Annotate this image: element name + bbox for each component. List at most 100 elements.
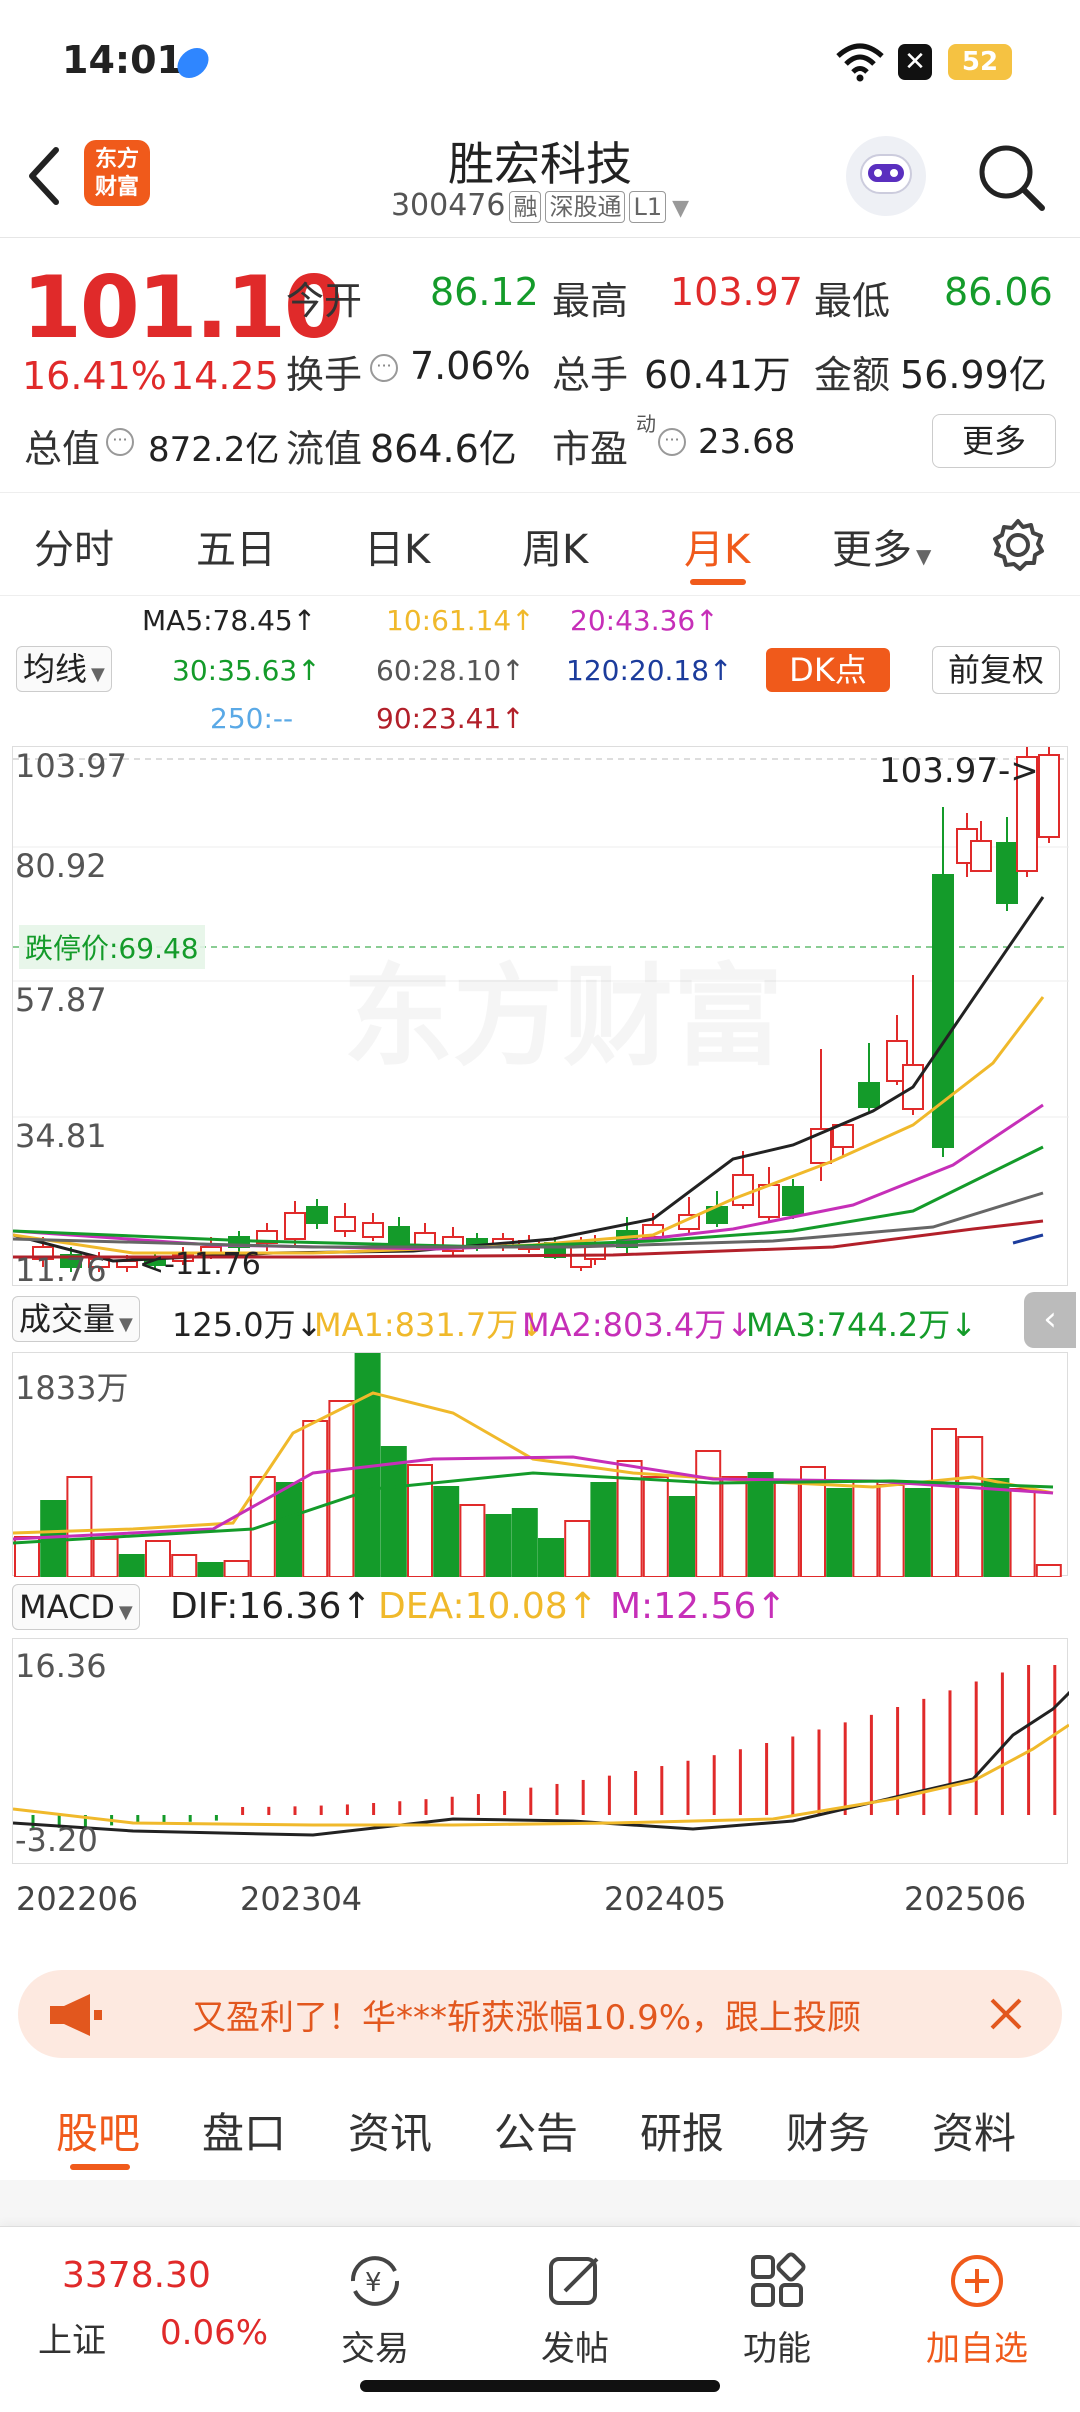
candle-body [1038, 754, 1060, 838]
megaphone-icon [50, 1994, 102, 2036]
y-label-bottom: 11.76 [15, 1251, 107, 1289]
forward-adjust-button[interactable]: 前复权 [932, 646, 1060, 694]
volume-bar [564, 1520, 591, 1577]
search-icon[interactable] [974, 140, 1048, 214]
volume-selector[interactable]: 成交量 ▼ [12, 1296, 140, 1342]
tab-forum[interactable]: 股吧 [56, 2100, 140, 2161]
info-icon[interactable]: ··· [106, 428, 134, 456]
index-name[interactable]: 上证 [38, 2313, 106, 2362]
volume-bar [826, 1488, 853, 1577]
volume-chart: 1833万 [12, 1352, 1068, 1577]
promo-text: 又盈利了！华***斩获涨幅10.9%，跟上投顾 [192, 1998, 862, 2038]
macd-canvas [13, 1665, 1069, 1837]
active-tab-indicator [690, 579, 746, 585]
yen-exchange-icon: ¥ [350, 2256, 400, 2306]
tab-intraday[interactable]: 分时 [34, 517, 114, 575]
tab-weekly-k[interactable]: 周K [522, 517, 588, 575]
caret-down-icon: ▼ [672, 196, 690, 221]
x-label-1: 202206 [16, 1880, 139, 1918]
volume-bar [1035, 1564, 1062, 1577]
info-icon[interactable]: ··· [658, 428, 686, 456]
volume-bar [171, 1554, 198, 1577]
volume-bar [66, 1476, 93, 1577]
low-value: 86.06 [944, 270, 1053, 314]
volume-bar [145, 1540, 171, 1577]
watermark: 东方财富 [343, 927, 783, 1087]
nav-trade[interactable]: ¥ 交易 [310, 2251, 440, 2370]
dk-point-button[interactable]: DK点 [766, 648, 890, 692]
close-icon[interactable] [986, 1994, 1026, 2034]
nav-post-label: 发帖 [541, 2329, 609, 2369]
volume-bar [590, 1482, 617, 1577]
index-value[interactable]: 3378.30 [62, 2255, 211, 2296]
volume-bar [773, 1480, 800, 1577]
high-marker: 103.97-> [879, 751, 1039, 791]
volume-bar [407, 1464, 433, 1577]
tab-financials[interactable]: 财务 [786, 2100, 870, 2161]
robot-assistant-avatar[interactable] [846, 136, 926, 216]
ma120-legend: 120:20.18↑ [566, 654, 733, 687]
dea-line [13, 1723, 1069, 1827]
more-quote-button[interactable]: 更多 [932, 414, 1056, 468]
volume-bar [747, 1472, 774, 1577]
volume-bar [511, 1508, 538, 1577]
volume-bar [669, 1496, 695, 1577]
caret-down-icon: ▼ [119, 1314, 133, 1335]
kline-chart[interactable]: 东方财富 103.97 80.92 57.87 34.81 11.76 103.… [12, 746, 1069, 1289]
volume-bar [957, 1436, 984, 1577]
y-label-2: 80.92 [15, 847, 107, 885]
amount-value: 56.99亿 [900, 353, 1047, 397]
volume-bar [302, 1420, 329, 1577]
volume-bar [904, 1488, 931, 1577]
ma10-legend: 10:61.14↑ [386, 604, 535, 637]
volume-bar [433, 1486, 460, 1577]
tab-five-day[interactable]: 五日 [196, 517, 276, 575]
ma30-legend: 30:35.63↑ [172, 654, 321, 687]
tab-announcements[interactable]: 公告 [494, 2100, 578, 2161]
volume-ma3: MA3:744.2万↓ [746, 1306, 978, 1344]
x-label-2: 202304 [240, 1880, 363, 1918]
high-value: 103.97 [670, 270, 803, 314]
macd-dif: DIF:16.36↑ [170, 1586, 372, 1627]
y-label-top: 103.97 [15, 747, 127, 785]
promo-banner[interactable]: 又盈利了！华***斩获涨幅10.9%，跟上投顾 [18, 1970, 1062, 2058]
pe-label: 市盈 [552, 427, 629, 471]
macd-selector[interactable]: MACD ▼ [12, 1584, 140, 1630]
volume-bar [197, 1562, 224, 1577]
volume-bar [983, 1478, 1010, 1577]
volume-bar [695, 1450, 722, 1577]
tab-news[interactable]: 资讯 [348, 2100, 432, 2161]
macd-chart: 16.36 -3.20 [12, 1638, 1069, 1864]
amount-label: 金额 [814, 353, 891, 397]
nav-functions[interactable]: 功能 [712, 2251, 842, 2370]
battery-indicator: 52 [948, 44, 1012, 80]
nav-add-watchlist[interactable]: 加自选 [912, 2251, 1042, 2370]
open-value: 86.12 [430, 270, 539, 314]
volume-canvas [13, 1353, 1062, 1577]
volume-bar [118, 1554, 145, 1577]
ma250-legend: 250:-- [210, 702, 294, 735]
volume-bar [538, 1538, 564, 1577]
pe-dynamic-mark: 动 [636, 412, 656, 436]
ma90-legend: 90:23.41↑ [376, 702, 525, 735]
tag-margin: 融 [509, 191, 542, 223]
nav-trade-label: 交易 [341, 2329, 409, 2369]
nav-post[interactable]: 发帖 [510, 2251, 640, 2370]
tab-monthly-k[interactable]: 月K [684, 517, 750, 575]
tab-profile[interactable]: 资料 [932, 2100, 1016, 2161]
tab-research[interactable]: 研报 [640, 2100, 724, 2161]
info-icon[interactable]: ··· [370, 354, 398, 382]
volume-ma2: MA2:803.4万↓ [522, 1306, 754, 1344]
ma-selector[interactable]: 均线 ▼ [16, 646, 112, 692]
tab-more[interactable]: 更多 ▼ [832, 517, 931, 575]
tab-daily-k[interactable]: 日K [364, 517, 430, 575]
caret-down-icon: ▼ [91, 664, 105, 685]
candle-body [970, 840, 992, 872]
collapse-panel-icon[interactable]: ‹ [1024, 1292, 1076, 1348]
tab-orderbook[interactable]: 盘口 [202, 2100, 286, 2161]
index-change[interactable]: 0.06% [160, 2313, 268, 2353]
gear-icon[interactable] [990, 517, 1046, 573]
y-label-3: 57.87 [15, 981, 107, 1019]
close-app-icon: ✕ [898, 44, 932, 80]
content-tabs: 股吧 盘口 资讯 公告 研报 财务 资料 [0, 2076, 1080, 2180]
